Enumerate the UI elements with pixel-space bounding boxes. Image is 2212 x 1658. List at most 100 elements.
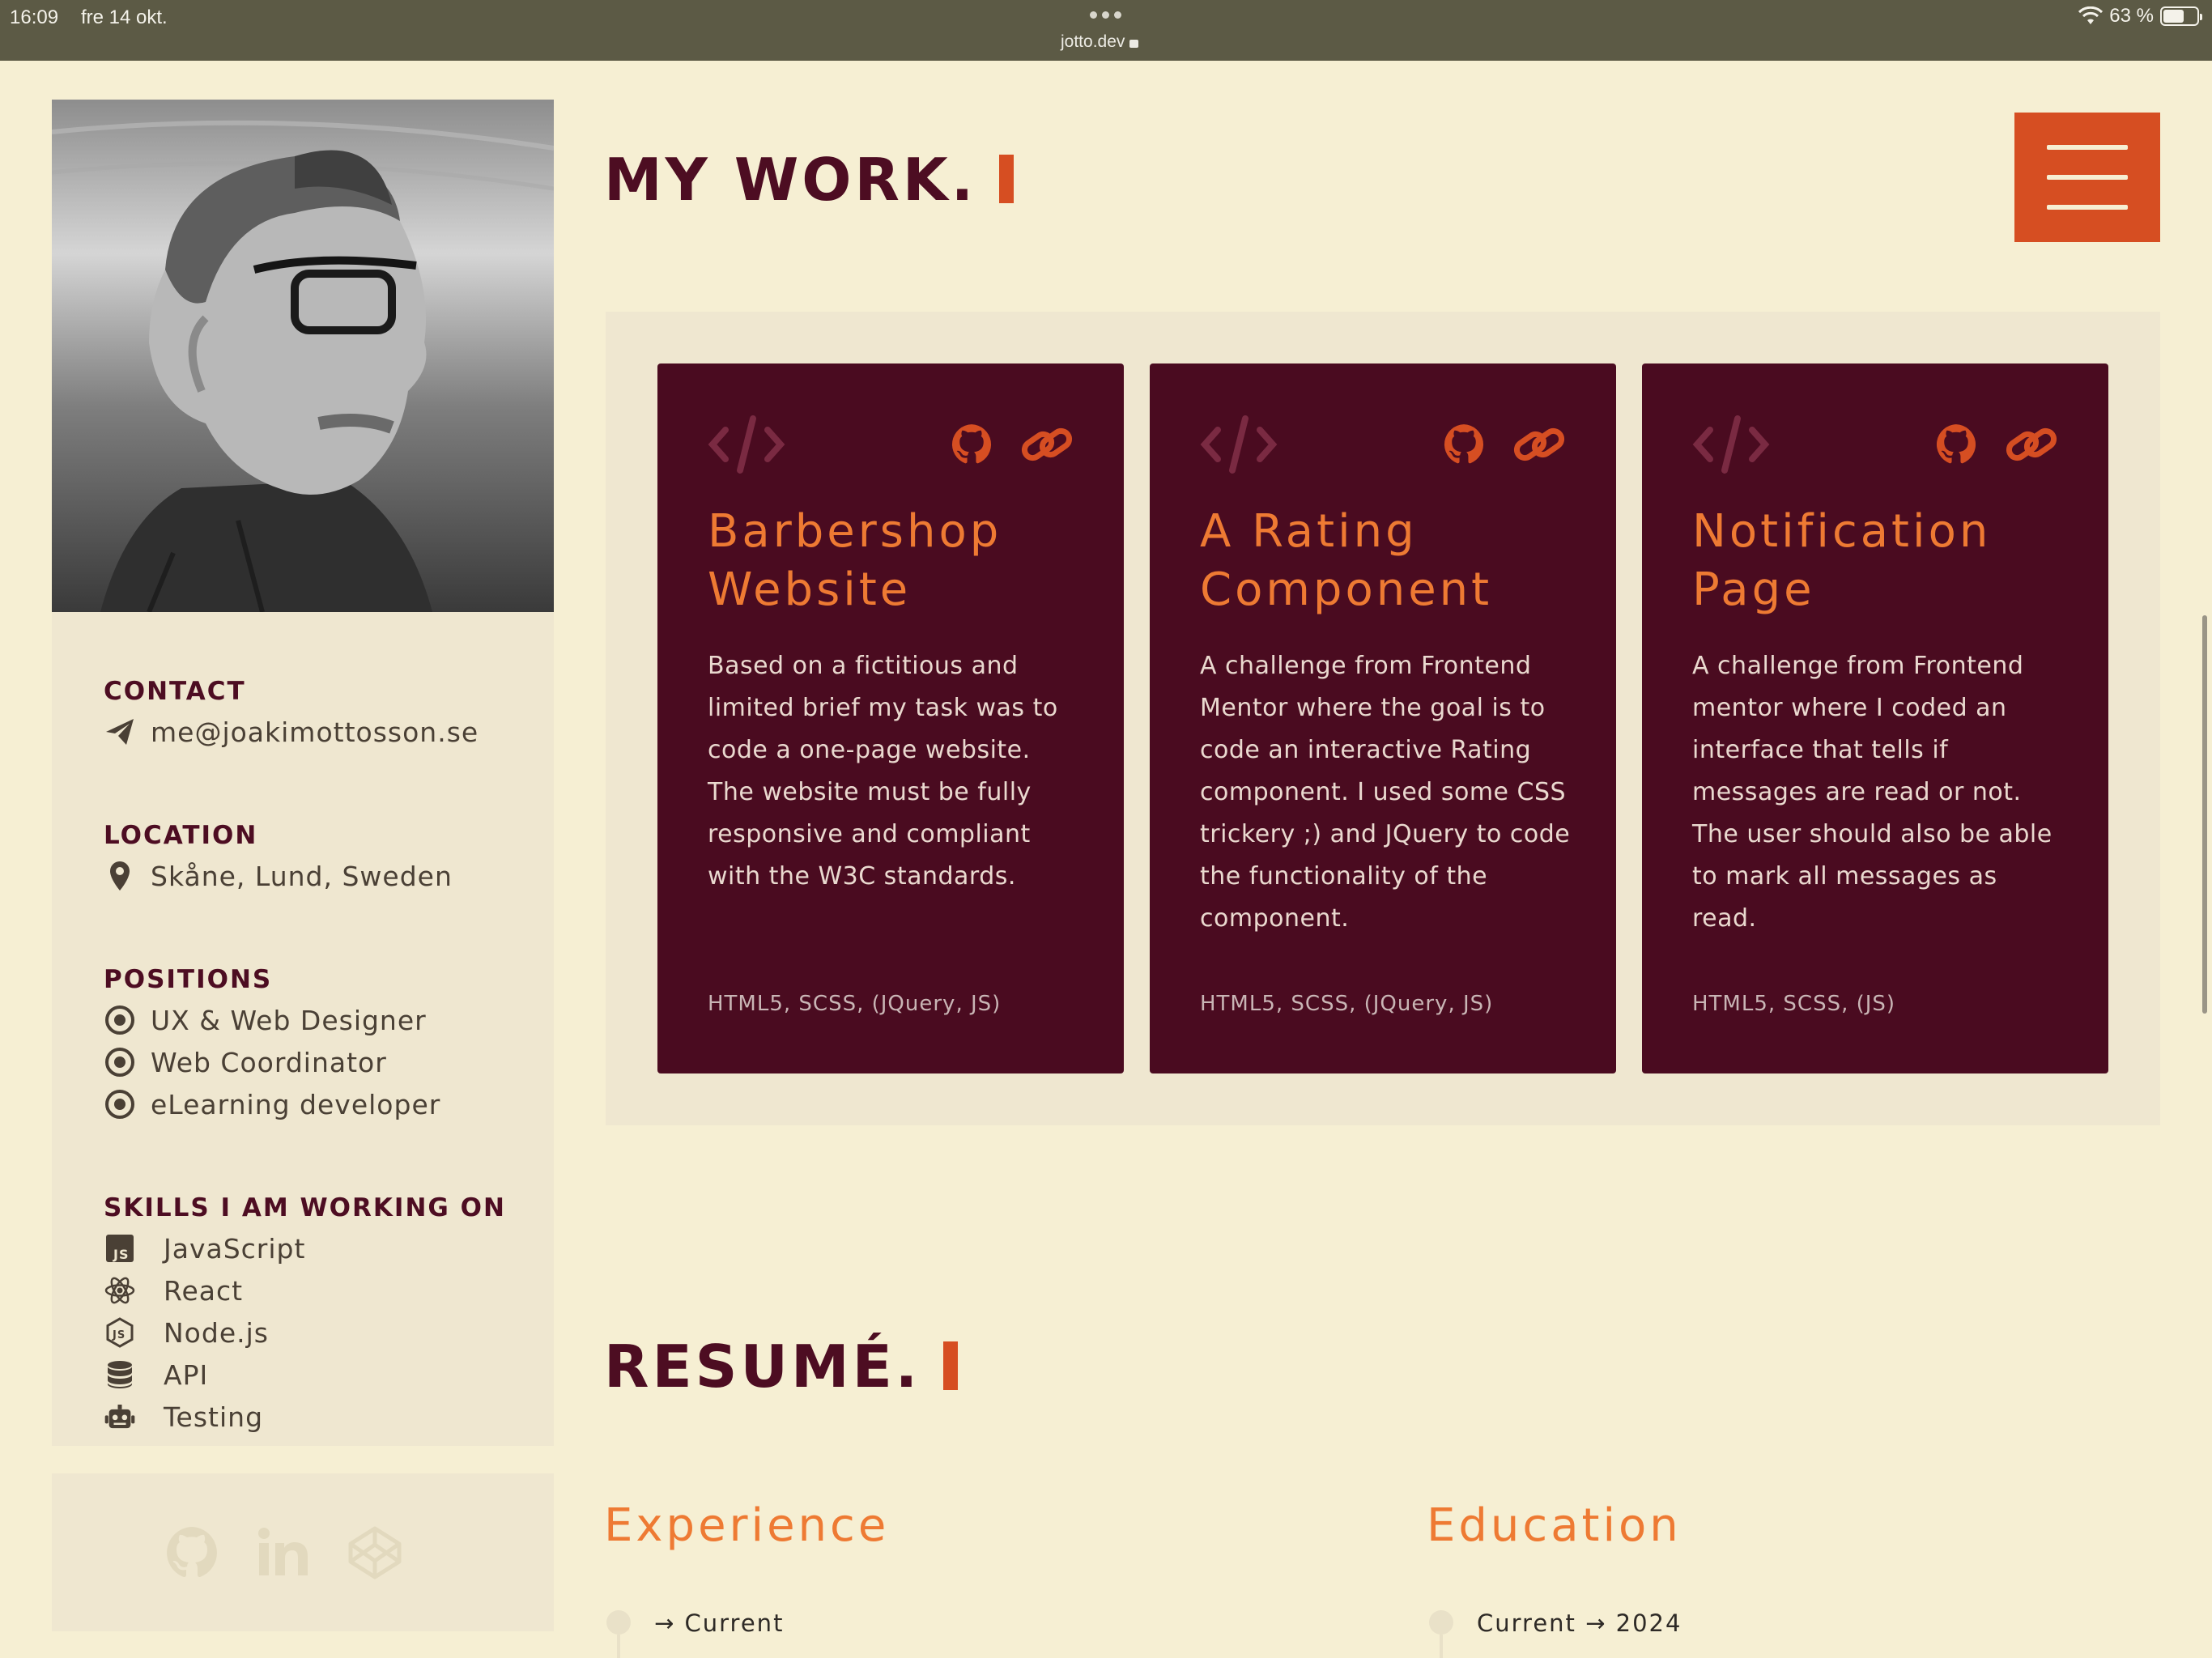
nodejs-icon: JS [104,1316,136,1349]
skill-item: JS JavaScript [104,1227,506,1269]
timeline-dot [1429,1610,1453,1635]
timeline-dot [606,1610,631,1635]
skill-label: Testing [164,1401,264,1433]
lock-icon [1129,40,1139,48]
title-line: Page [1692,563,1815,616]
timeline-line [617,1635,620,1658]
project-tech: HTML5, SCSS, (JQuery, JS) [708,992,1002,1016]
social-links [52,1473,554,1631]
position-label: UX & Web Designer [151,1004,427,1036]
location-heading: LOCATION [104,821,258,850]
menu-button[interactable] [2014,113,2160,242]
battery-icon [2160,6,2202,26]
github-icon[interactable] [163,1524,221,1582]
text-cursor [943,1341,959,1390]
title-line: Barbershop [708,505,1002,558]
skill-label: Node.js [164,1316,269,1349]
skill-item: JS Node.js [104,1312,506,1354]
project-tech: HTML5, SCSS, (JQuery, JS) [1200,992,1494,1016]
project-title[interactable]: Barbershop Website [708,503,1096,619]
more-icon[interactable] [1090,11,1121,19]
email-text: me@joakimottosson.se [151,716,479,748]
skill-label: API [164,1358,209,1391]
paper-plane-icon [104,716,136,748]
work-section-title: MY WORK. [604,146,1015,214]
skill-item: API [104,1354,506,1396]
code-icon [708,415,785,474]
contact-section: CONTACT me@joakimottosson.se [104,677,479,753]
position-item: Web Coordinator [104,1041,440,1083]
skill-item: Testing [104,1396,506,1438]
linkedin-icon[interactable] [254,1524,313,1582]
svg-text:JS: JS [112,1329,125,1341]
positions-section: POSITIONS UX & Web Designer Web Coordina… [104,965,440,1125]
github-icon[interactable] [949,422,994,467]
text-cursor [999,155,1015,203]
email-link[interactable]: me@joakimottosson.se [104,711,479,753]
location-text: Skåne, Lund, Sweden [151,860,453,892]
hamburger-line [2047,205,2128,210]
skills-section: SKILLS I AM WORKING ON JS JavaScript Rea… [104,1193,506,1438]
project-title[interactable]: A Rating Component [1200,503,1589,619]
project-description: A challenge from Frontend mentor where I… [1692,652,2052,933]
title-line: Website [708,563,912,616]
link-icon[interactable] [1512,422,1566,467]
education-heading: Education [1427,1499,1682,1552]
skill-label: JavaScript [164,1232,306,1265]
project-card[interactable]: A Rating Component A challenge from Front… [1150,363,1616,1073]
battery-percent: 63 % [2109,5,2154,27]
url-text: jotto.dev [1061,32,1125,51]
code-icon [1200,415,1278,474]
project-card[interactable]: Barbershop Website Based on a fictitious … [657,363,1124,1073]
codepen-icon[interactable] [346,1524,404,1582]
title-line: Component [1200,563,1493,616]
project-description: Based on a fictitious and limited brief … [708,652,1058,891]
github-icon[interactable] [1441,422,1487,467]
project-title[interactable]: Notification Page [1692,503,2081,619]
link-icon[interactable] [2005,422,2058,467]
experience-heading: Experience [604,1499,890,1552]
project-tech: HTML5, SCSS, (JS) [1692,992,1896,1016]
position-label: Web Coordinator [151,1046,387,1078]
project-description: A challenge from Frontend Mentor where t… [1200,652,1571,933]
profile-photo [52,100,554,612]
project-card[interactable]: Notification Page A challenge from Fronte… [1642,363,2108,1073]
skill-label: React [164,1274,244,1307]
sidebar: CONTACT me@joakimottosson.se LOCATION Sk… [52,612,554,1446]
js-icon: JS [104,1232,136,1265]
skill-item: React [104,1269,506,1312]
status-bar: 16:09 fre 14 okt. jotto.dev 63 % [0,0,2212,61]
github-icon[interactable] [1933,422,1979,467]
svg-text:JS: JS [113,1247,129,1262]
contact-heading: CONTACT [104,677,246,706]
position-item: eLearning developer [104,1083,440,1125]
code-icon [1692,415,1770,474]
hamburger-line [2047,145,2128,150]
title-line: A Rating [1200,505,1418,558]
location-section: LOCATION Skåne, Lund, Sweden [104,821,453,897]
radio-dot-icon [104,1004,136,1036]
resume-section-title: RESUMÉ. [604,1333,959,1401]
positions-heading: POSITIONS [104,965,273,994]
title-line: Notification [1692,505,1992,558]
experience-period: → Current [654,1609,785,1637]
react-icon [104,1274,136,1307]
url-bar[interactable]: jotto.dev [1061,32,1139,52]
timeline-line [1440,1635,1443,1658]
work-title-text: MY WORK. [604,146,977,214]
robot-icon [104,1401,136,1433]
map-pin-icon [104,860,136,892]
scrollbar[interactable] [2202,615,2207,1014]
radio-dot-icon [104,1088,136,1120]
position-label: eLearning developer [151,1088,441,1120]
clock: 16:09 [10,6,59,28]
database-icon [104,1358,136,1391]
link-icon[interactable] [1020,422,1074,467]
radio-dot-icon [104,1046,136,1078]
status-indicators: 63 % [2078,5,2202,28]
resume-title-text: RESUMÉ. [604,1333,921,1401]
wifi-icon [2078,6,2104,24]
date: fre 14 okt. [81,6,168,28]
skills-heading: SKILLS I AM WORKING ON [104,1193,506,1222]
hamburger-line [2047,175,2128,180]
